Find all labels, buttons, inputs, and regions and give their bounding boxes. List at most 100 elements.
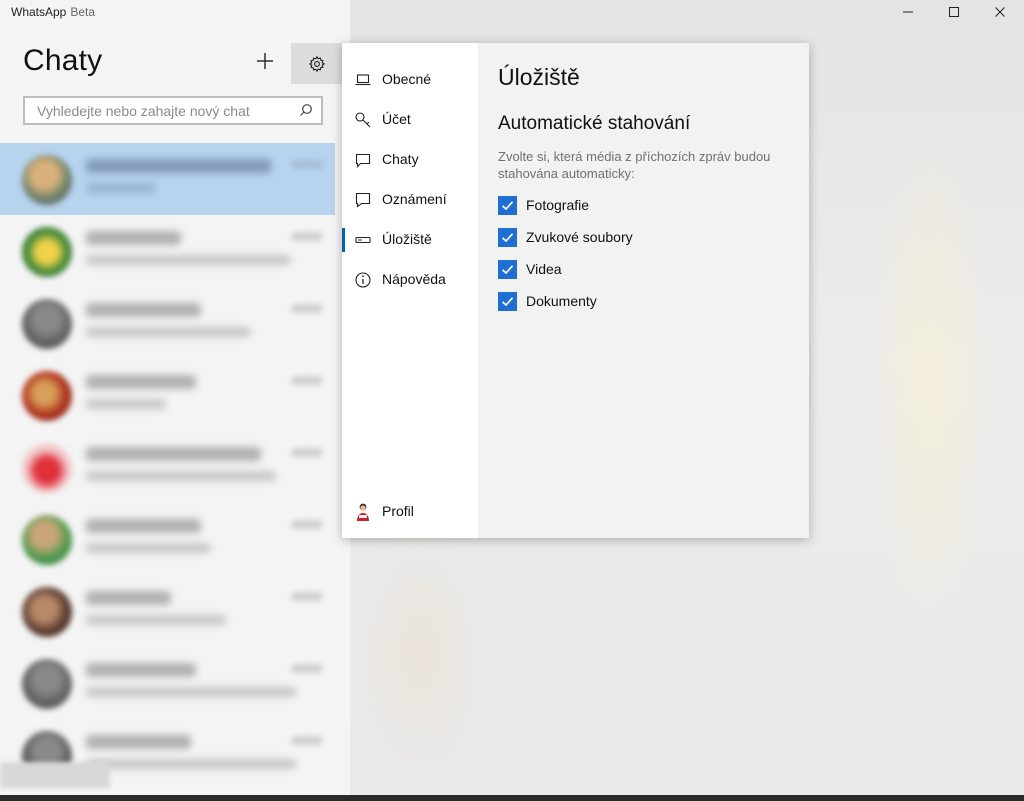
nav-label: Úložiště: [382, 231, 432, 247]
chat-list-item[interactable]: [0, 575, 335, 647]
plus-icon: [257, 53, 273, 69]
checkbox-documents[interactable]: Dokumenty: [498, 290, 597, 312]
avatar: [22, 155, 72, 205]
blurred-status-strip: [0, 762, 110, 788]
settings-nav-account[interactable]: Účet: [342, 100, 478, 140]
checkbox-label: Fotografie: [526, 197, 590, 213]
blurred-chat-preview: [86, 759, 296, 769]
avatar: [22, 227, 72, 277]
profile-avatar: [354, 503, 372, 521]
nav-label: Oznámení: [382, 191, 447, 207]
avatar: [22, 443, 72, 493]
blurred-chat-preview: [86, 327, 251, 337]
settings-nav: Obecné Účet Chaty Oznámení Úložiště Nápo…: [342, 43, 478, 538]
gear-icon: [308, 55, 325, 72]
close-icon: [995, 7, 1005, 17]
blurred-chat-time: [291, 592, 323, 601]
chat-bubble-icon: [354, 151, 372, 169]
avatar: [22, 587, 72, 637]
blurred-chat-time: [291, 520, 323, 529]
blurred-chat-name: [86, 159, 271, 173]
avatar: [22, 659, 72, 709]
app-title: WhatsApp Beta: [11, 5, 95, 19]
blurred-chat-time: [291, 232, 323, 241]
avatar: [22, 371, 72, 421]
blurred-chat-name: [86, 303, 201, 317]
blurred-chat-name: [86, 231, 181, 245]
checkbox-videos[interactable]: Videa: [498, 258, 562, 280]
nav-label: Obecné: [382, 71, 432, 87]
notification-icon: [354, 191, 372, 209]
checkbox-checked-icon: [498, 227, 517, 247]
nav-label: Účet: [382, 111, 411, 127]
maximize-icon: [949, 7, 959, 17]
storage-settings: Úložiště Automatické stahování Zvolte si…: [478, 43, 809, 538]
page-title: Chaty: [23, 44, 103, 77]
settings-panel: Obecné Účet Chaty Oznámení Úložiště Nápo…: [342, 43, 809, 538]
settings-nav-notifications[interactable]: Oznámení: [342, 180, 478, 220]
chat-list-item[interactable]: [0, 287, 335, 359]
chat-sidebar: Chaty: [0, 0, 350, 795]
settings-nav-general[interactable]: Obecné: [342, 60, 478, 100]
checkbox-audio[interactable]: Zvukové soubory: [498, 226, 633, 248]
blurred-chat-name: [86, 519, 201, 533]
laptop-icon: [354, 71, 372, 89]
chat-list-item[interactable]: [0, 359, 335, 431]
checkbox-checked-icon: [498, 291, 517, 311]
chat-list: [0, 143, 335, 791]
section-description: Zvolte si, která média z příchozích zprá…: [498, 149, 771, 181]
blurred-chat-preview: [86, 399, 166, 409]
nav-label: Chaty: [382, 151, 419, 167]
checkbox-label: Zvukové soubory: [526, 229, 633, 245]
close-button[interactable]: [977, 0, 1023, 24]
blurred-chat-time: [291, 448, 323, 457]
chat-list-item[interactable]: [0, 431, 335, 503]
blurred-chat-time: [291, 160, 323, 169]
blurred-chat-name: [86, 663, 196, 677]
app-badge: Beta: [70, 5, 96, 19]
settings-nav-storage[interactable]: Úložiště: [342, 220, 478, 260]
search-icon[interactable]: [299, 103, 313, 117]
minimize-button[interactable]: [885, 0, 931, 24]
chat-list-item[interactable]: [0, 503, 335, 575]
blurred-chat-time: [291, 304, 323, 313]
background-glow: [350, 520, 490, 780]
settings-nav-profile[interactable]: Profil: [342, 492, 478, 532]
blurred-chat-name: [86, 735, 191, 749]
avatar: [22, 515, 72, 565]
section-title: Automatické stahování: [498, 113, 691, 134]
blurred-chat-preview: [86, 255, 291, 265]
settings-nav-chats[interactable]: Chaty: [342, 140, 478, 180]
taskbar-edge: [0, 795, 1024, 801]
settings-button[interactable]: [291, 43, 342, 84]
blurred-chat-time: [291, 664, 323, 673]
checkbox-checked-icon: [498, 259, 517, 279]
blurred-chat-time: [291, 376, 323, 385]
chat-list-item[interactable]: [0, 215, 335, 287]
new-chat-button[interactable]: [248, 44, 282, 78]
title-bar: WhatsApp Beta: [0, 0, 1024, 24]
blurred-chat-preview: [86, 615, 226, 625]
checkbox-photos[interactable]: Fotografie: [498, 194, 589, 216]
storage-icon: [354, 231, 372, 249]
checkbox-label: Dokumenty: [526, 293, 597, 309]
checkbox-label: Videa: [526, 261, 562, 277]
chat-list-item[interactable]: [0, 647, 335, 719]
chat-list-item[interactable]: [0, 143, 335, 215]
maximize-button[interactable]: [931, 0, 977, 24]
app-name: WhatsApp: [11, 5, 67, 19]
key-icon: [354, 111, 372, 129]
settings-nav-help[interactable]: Nápověda: [342, 260, 478, 300]
nav-label: Profil: [382, 503, 414, 519]
search-input[interactable]: [25, 98, 297, 123]
settings-page-title: Úložiště: [498, 64, 580, 90]
checkbox-checked-icon: [498, 195, 517, 215]
avatar: [22, 299, 72, 349]
blurred-chat-name: [86, 375, 196, 389]
blurred-chat-name: [86, 591, 171, 605]
search-box: [23, 96, 323, 125]
blurred-chat-preview: [86, 543, 211, 553]
nav-label: Nápověda: [382, 271, 446, 287]
blurred-chat-preview: [86, 471, 276, 481]
blurred-chat-preview: [86, 183, 156, 193]
